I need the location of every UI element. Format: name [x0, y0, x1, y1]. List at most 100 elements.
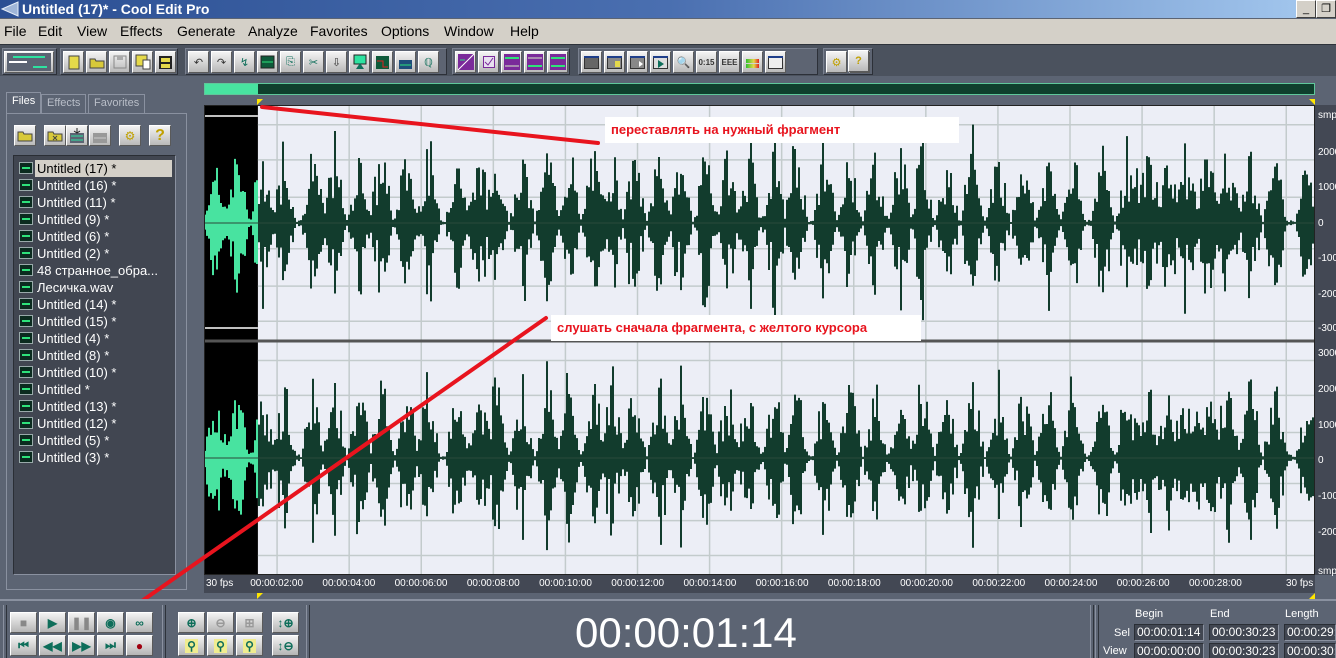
- tab-files[interactable]: Files: [6, 92, 42, 114]
- menu-help[interactable]: Help: [510, 22, 539, 40]
- repeat-last-button[interactable]: ↯: [234, 51, 255, 73]
- file-list-item[interactable]: Untitled (9) *: [18, 211, 173, 228]
- minimize-button[interactable]: _: [1296, 0, 1316, 18]
- tab-favorites[interactable]: Favorites: [88, 94, 146, 113]
- organizer-window-button[interactable]: [581, 51, 602, 73]
- file-list-item[interactable]: Untitled *: [18, 381, 173, 398]
- time-ruler[interactable]: 30 fps 30 fps 00:00:02:00 00:00:04:00 00:0…: [204, 575, 1315, 593]
- zoom-out-vertical-button[interactable]: ↕⊖: [272, 635, 299, 656]
- quick-filter-button[interactable]: ℚ: [418, 51, 439, 73]
- toggle-waveform-multitrack-button[interactable]: [4, 51, 54, 73]
- menu-file[interactable]: File: [4, 22, 27, 40]
- spectral-view-button[interactable]: [455, 51, 476, 73]
- pause-button[interactable]: ❚❚: [68, 612, 95, 633]
- play-list-button[interactable]: [627, 51, 648, 73]
- fast-forward-button[interactable]: ▶▶: [68, 635, 95, 656]
- open-file-button[interactable]: [14, 125, 36, 146]
- save-selection-button[interactable]: [155, 51, 176, 73]
- file-list-item[interactable]: Untitled (13) *: [18, 398, 173, 415]
- cut-button[interactable]: ✂: [303, 51, 324, 73]
- cue-list-button[interactable]: [604, 51, 625, 73]
- file-list-item[interactable]: Лесичка.wav: [18, 279, 173, 296]
- menu-window[interactable]: Window: [444, 22, 494, 40]
- settings-button[interactable]: ⚙: [826, 51, 847, 73]
- file-list-item[interactable]: Untitled (15) *: [18, 313, 173, 330]
- file-list-item[interactable]: Untitled (4) *: [18, 330, 173, 347]
- mix-paste-button[interactable]: [349, 51, 370, 73]
- file-list-item[interactable]: Untitled (12) *: [18, 415, 173, 432]
- file-list-item[interactable]: Untitled (8) *: [18, 347, 173, 364]
- menu-effects[interactable]: Effects: [120, 22, 163, 40]
- sel-end-field[interactable]: 00:00:30:23: [1209, 624, 1279, 641]
- status-bar-button[interactable]: [765, 51, 786, 73]
- menu-edit[interactable]: Edit: [38, 22, 62, 40]
- time-window-button[interactable]: 0:15: [696, 51, 717, 73]
- new-button[interactable]: [63, 51, 84, 73]
- overview-bar[interactable]: [204, 83, 1315, 95]
- overview-view-range[interactable]: [205, 84, 259, 94]
- right-channel-button[interactable]: [524, 51, 545, 73]
- file-list-item[interactable]: Untitled (11) *: [18, 194, 173, 211]
- transport-window-button[interactable]: [650, 51, 671, 73]
- zoom-to-selection-button[interactable]: ⚲: [178, 635, 205, 656]
- zoom-in-button[interactable]: ⊕: [178, 612, 205, 633]
- trim-button[interactable]: [372, 51, 393, 73]
- sel-length-field[interactable]: 00:00:29:: [1284, 624, 1336, 641]
- file-list-item[interactable]: Untitled (17) *: [18, 160, 173, 177]
- insert-into-playlist-button[interactable]: [89, 125, 111, 146]
- insert-into-multitrack-button[interactable]: [66, 125, 88, 146]
- record-button[interactable]: ●: [126, 635, 153, 656]
- menu-generate[interactable]: Generate: [177, 22, 235, 40]
- organizer-help-button[interactable]: ?: [149, 125, 171, 146]
- selection-window-button[interactable]: EEE: [719, 51, 740, 73]
- restore-button[interactable]: ❐: [1316, 0, 1336, 18]
- file-list-item[interactable]: Untitled (14) *: [18, 296, 173, 313]
- loop-button[interactable]: ∞: [126, 612, 153, 633]
- check-icon: [482, 56, 495, 68]
- check-button[interactable]: [478, 51, 499, 73]
- zoom-window-button[interactable]: 🔍: [673, 51, 694, 73]
- file-list-item[interactable]: Untitled (10) *: [18, 364, 173, 381]
- zoom-right-button[interactable]: ⚲: [236, 635, 263, 656]
- menu-analyze[interactable]: Analyze: [248, 22, 298, 40]
- stop-button[interactable]: ■: [10, 612, 37, 633]
- menu-view[interactable]: View: [77, 22, 107, 40]
- play-from-cursor-button[interactable]: ◉: [97, 612, 124, 633]
- file-list-item[interactable]: Untitled (5) *: [18, 432, 173, 449]
- sel-begin-field[interactable]: 00:00:01:14: [1134, 624, 1204, 641]
- save-button[interactable]: [109, 51, 130, 73]
- menu-options[interactable]: Options: [381, 22, 429, 40]
- save-as-button[interactable]: [132, 51, 153, 73]
- view-end-field[interactable]: 00:00:30:23: [1209, 643, 1279, 658]
- left-channel-button[interactable]: [501, 51, 522, 73]
- file-list-item[interactable]: Untitled (16) *: [18, 177, 173, 194]
- play-button[interactable]: ▶: [39, 612, 66, 633]
- file-list-item[interactable]: 48 странное_обра...: [18, 262, 173, 279]
- zoom-in-vertical-button[interactable]: ↕⊕: [272, 612, 299, 633]
- level-meters-button[interactable]: [742, 51, 763, 73]
- go-to-start-button[interactable]: ⏮: [10, 635, 37, 656]
- zoom-full-button[interactable]: ⊞: [236, 612, 263, 633]
- menu-favorites[interactable]: Favorites: [310, 22, 368, 40]
- file-list-item[interactable]: Untitled (6) *: [18, 228, 173, 245]
- options-button[interactable]: ⚙: [119, 125, 141, 146]
- paste-button[interactable]: ⇩: [326, 51, 347, 73]
- file-list-item[interactable]: Untitled (3) *: [18, 449, 173, 466]
- help-button[interactable]: ?: [848, 50, 869, 72]
- open-button[interactable]: [86, 51, 107, 73]
- file-list-item[interactable]: Untitled (2) *: [18, 245, 173, 262]
- select-view-button[interactable]: [257, 51, 278, 73]
- copy-button[interactable]: ⎘: [280, 51, 301, 73]
- view-begin-field[interactable]: 00:00:00:00: [1134, 643, 1204, 658]
- undo-button[interactable]: ↶: [188, 51, 209, 73]
- view-length-field[interactable]: 00:00:30:: [1284, 643, 1336, 658]
- tab-effects[interactable]: Effects: [41, 94, 87, 113]
- convert-sample-type-button[interactable]: [395, 51, 416, 73]
- go-to-end-button[interactable]: ⏭: [97, 635, 124, 656]
- rewind-button[interactable]: ◀◀: [39, 635, 66, 656]
- zoom-left-button[interactable]: ⚲: [207, 635, 234, 656]
- close-file-button[interactable]: [44, 125, 66, 146]
- redo-button[interactable]: ↷: [211, 51, 232, 73]
- both-channels-button[interactable]: [547, 51, 568, 73]
- zoom-out-button[interactable]: ⊖: [207, 612, 234, 633]
